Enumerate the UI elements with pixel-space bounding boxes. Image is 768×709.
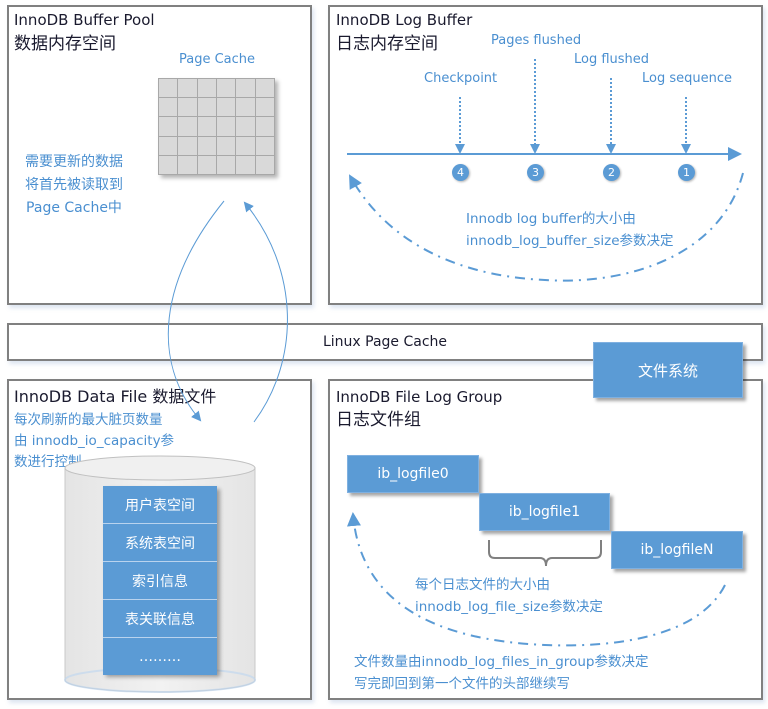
note-line: 每个日志文件的大小由 — [415, 577, 550, 593]
note-line: 数进行控制 — [14, 454, 82, 470]
log-group-subtitle: 日志文件组 — [336, 410, 421, 430]
page-cache-cell — [217, 117, 236, 136]
note-line: 由 innodb_io_capacity参 — [14, 433, 175, 449]
page-cache-cell — [236, 155, 255, 174]
marker-number-1: 1 — [678, 164, 695, 181]
note-line: 写完即回到第一个文件的头部继续写 — [354, 676, 570, 692]
logfile-n-box: ib_logfileN — [611, 531, 743, 569]
page-cache-cell — [217, 136, 236, 155]
note-line: innodb_log_buffer_size参数决定 — [466, 233, 674, 249]
page-cache-cell — [197, 79, 216, 98]
page-cache-cell — [236, 79, 255, 98]
marker-label-pages-flushed: Pages flushed — [491, 33, 582, 48]
data-file-note: 每次刷新的最大脏页数量 由 innodb_io_capacity参 数进行控制 — [14, 410, 174, 473]
page-cache-cell — [159, 79, 178, 98]
page-cache-cell — [197, 136, 216, 155]
log-group-title: InnoDB File Log Group — [336, 388, 503, 406]
page-cache-cell — [255, 98, 274, 117]
marker-number-2: 2 — [603, 164, 620, 181]
page-cache-cell — [255, 155, 274, 174]
page-cache-label: Page Cache — [179, 52, 256, 67]
log-buffer-subtitle: 日志内存空间 — [336, 34, 438, 54]
buffer-pool-title: InnoDB Buffer Pool — [14, 11, 155, 29]
tablespace-stack: 用户表空间 系统表空间 索引信息 表关联信息 ……… — [103, 486, 217, 675]
data-file-title: InnoDB Data File 数据文件 — [14, 387, 217, 406]
page-cache-cell — [178, 98, 197, 117]
stack-segment-system-tablespace: 系统表空间 — [103, 524, 217, 562]
page-cache-cell — [159, 117, 178, 136]
note-line: 文件数量由innodb_log_files_in_group参数决定 — [354, 654, 649, 670]
page-cache-cell — [159, 155, 178, 174]
page-cache-cell — [197, 98, 216, 117]
page-cache-cell — [159, 98, 178, 117]
note-line: 需要更新的数据 — [25, 154, 123, 170]
buffer-pool-note: 需要更新的数据 将首先被读取到 Page Cache中 — [14, 151, 134, 220]
page-cache-cell — [178, 136, 197, 155]
marker-label-log-flushed: Log flushed — [574, 52, 650, 67]
note-line: Page Cache中 — [26, 200, 122, 216]
file-system-box: 文件系统 — [593, 342, 743, 398]
page-cache-cell — [159, 136, 178, 155]
buffer-pool-subtitle: 数据内存空间 — [14, 34, 116, 54]
stack-segment-index-info: 索引信息 — [103, 562, 217, 600]
page-cache-grid — [158, 78, 275, 175]
marker-number-3: 3 — [527, 164, 544, 181]
logfile-1-box: ib_logfile1 — [479, 493, 610, 531]
log-buffer-note: Innodb log buffer的大小由 innodb_log_buffer_… — [466, 208, 674, 252]
page-cache-cell — [217, 155, 236, 174]
page-cache-cell — [197, 117, 216, 136]
marker-label-checkpoint: Checkpoint — [424, 71, 498, 86]
page-cache-cell — [217, 79, 236, 98]
page-cache-cell — [255, 136, 274, 155]
note-line: 将首先被读取到 — [25, 177, 123, 193]
page-cache-cell — [217, 98, 236, 117]
page-cache-cell — [178, 117, 197, 136]
note-line: innodb_log_file_size参数决定 — [415, 599, 603, 615]
log-buffer-title: InnoDB Log Buffer — [336, 11, 473, 29]
marker-number-4: 4 — [452, 164, 469, 181]
stack-segment-user-tablespace: 用户表空间 — [103, 486, 217, 524]
page-cache-cell — [197, 155, 216, 174]
page-cache-cell — [236, 98, 255, 117]
note-line: 每次刷新的最大脏页数量 — [14, 412, 163, 428]
log-file-size-note: 每个日志文件的大小由 innodb_log_file_size参数决定 — [415, 574, 603, 618]
page-cache-cell — [178, 155, 197, 174]
logfile-0-box: ib_logfile0 — [347, 455, 479, 493]
stack-segment-more: ……… — [103, 638, 217, 675]
page-cache-cell — [236, 136, 255, 155]
note-line: Innodb log buffer的大小由 — [466, 211, 636, 227]
page-cache-cell — [255, 117, 274, 136]
log-file-count-note: 文件数量由innodb_log_files_in_group参数决定 写完即回到… — [354, 651, 648, 695]
marker-label-log-sequence: Log sequence — [642, 71, 732, 86]
stack-segment-table-relation-info: 表关联信息 — [103, 600, 217, 638]
page-cache-cell — [255, 79, 274, 98]
page-cache-cell — [178, 79, 197, 98]
page-cache-cell — [236, 117, 255, 136]
